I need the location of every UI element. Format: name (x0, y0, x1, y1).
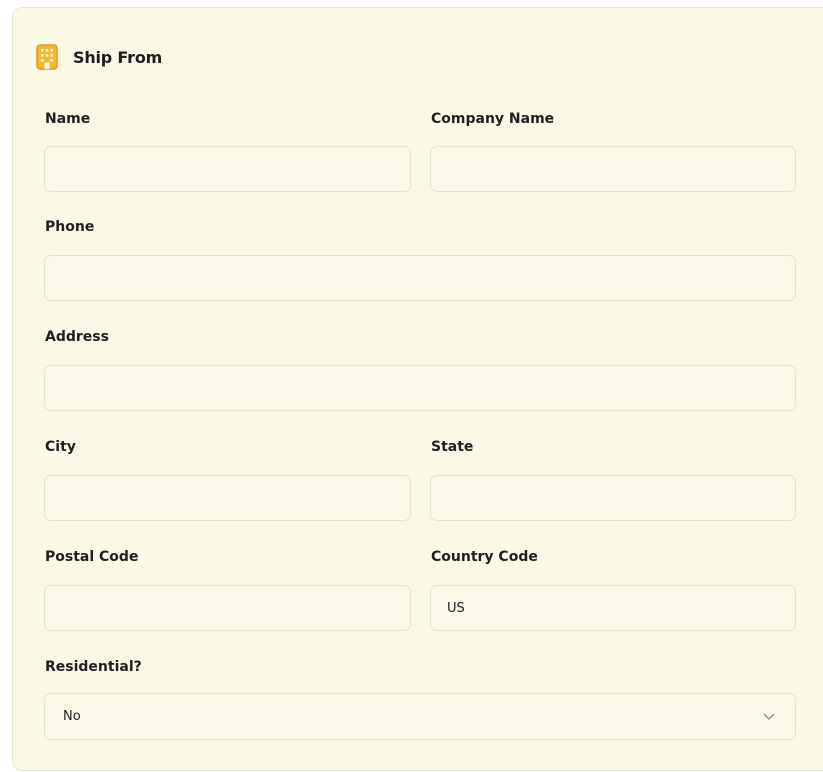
name-label: Name (45, 111, 91, 127)
building-icon (36, 44, 58, 70)
company-name-label: Company Name (431, 111, 555, 127)
chevron-down-icon (763, 713, 775, 720)
phone-label: Phone (45, 219, 95, 235)
country-code-label: Country Code (431, 549, 538, 565)
company-name-input[interactable] (430, 146, 796, 192)
address-label: Address (45, 329, 109, 345)
address-input[interactable] (44, 365, 796, 411)
residential-label: Residential? (45, 659, 142, 675)
name-input[interactable] (44, 146, 411, 192)
city-input[interactable] (44, 475, 411, 521)
ship-from-header: Ship From (36, 44, 162, 70)
state-input[interactable] (430, 475, 796, 521)
postal-code-label: Postal Code (45, 549, 139, 565)
residential-select[interactable]: No (44, 693, 796, 740)
state-label: State (431, 439, 474, 455)
phone-input[interactable] (44, 255, 796, 301)
postal-code-input[interactable] (44, 585, 411, 631)
residential-selected-value: No (63, 709, 81, 724)
section-title: Ship From (73, 47, 163, 67)
country-code-input[interactable] (430, 585, 796, 631)
city-label: City (45, 439, 76, 455)
